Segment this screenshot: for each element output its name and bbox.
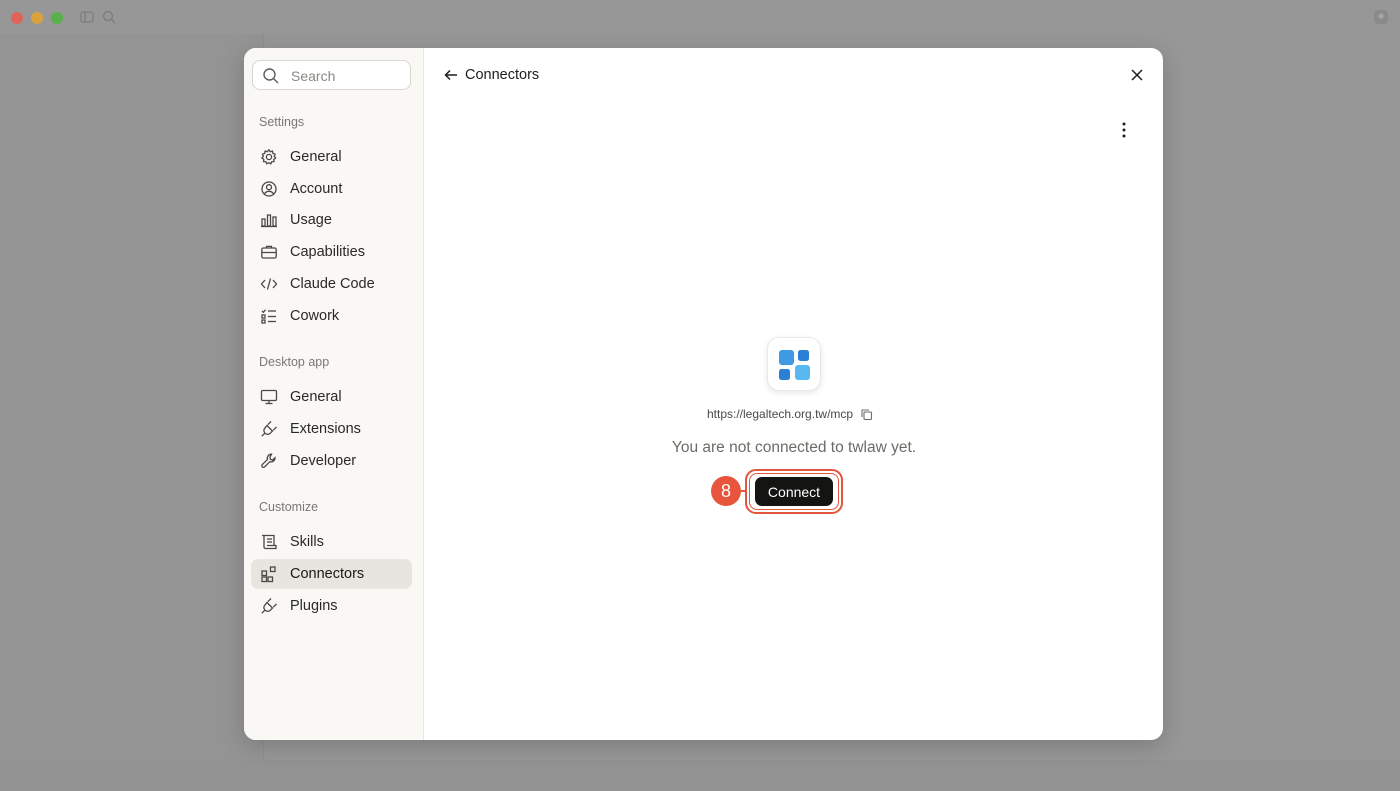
- gear-icon: [260, 148, 278, 166]
- settings-sidebar: Settings General Account Usage Capabilit…: [244, 48, 424, 740]
- sidebar-item-skills[interactable]: Skills: [251, 527, 412, 557]
- sidebar-item-label: Capabilities: [290, 244, 365, 260]
- sidebar-item-label: Cowork: [290, 308, 340, 324]
- copy-icon[interactable]: [860, 408, 873, 421]
- connector-url: https://legaltech.org.tw/mcp: [707, 407, 854, 421]
- more-options-icon[interactable]: [1114, 120, 1134, 140]
- sidebar-item-label: Usage: [290, 212, 332, 228]
- window-close-button[interactable]: [11, 12, 23, 24]
- window-minimize-button[interactable]: [31, 12, 43, 24]
- sidebar-item-general[interactable]: General: [251, 142, 412, 172]
- page-title: Connectors: [465, 67, 540, 83]
- section-heading-customize: Customize: [259, 500, 319, 514]
- sidebar-item-label: Claude Code: [290, 276, 375, 292]
- sidebar-item-account[interactable]: Account: [251, 174, 412, 204]
- sidebar-item-label: Plugins: [290, 598, 338, 614]
- search-input[interactable]: [289, 66, 408, 86]
- section-heading-settings: Settings: [259, 115, 305, 129]
- sidebar-item-capabilities[interactable]: Capabilities: [251, 237, 412, 267]
- wrench-icon: [260, 452, 278, 470]
- sidebar-item-claude-code[interactable]: Claude Code: [251, 269, 412, 299]
- connector-app-icon: [767, 337, 821, 391]
- code-icon: [260, 275, 278, 293]
- background-footer: [0, 760, 1400, 791]
- search-box[interactable]: [252, 60, 411, 90]
- sidebar-item-plugins[interactable]: Plugins: [251, 591, 412, 621]
- sidebar-item-label: General: [290, 389, 342, 405]
- sidebar-item-label: Developer: [290, 453, 357, 469]
- step-annotation-badge: 8: [711, 476, 741, 506]
- bar-chart-icon: [260, 211, 278, 229]
- sidebar-item-label: Extensions: [290, 421, 361, 437]
- sidebar-item-connectors[interactable]: Connectors: [251, 559, 412, 589]
- background-sidebar: [0, 34, 264, 791]
- account-icon: [260, 180, 278, 198]
- monitor-icon: [260, 388, 278, 406]
- sidebar-item-label: Connectors: [290, 566, 365, 582]
- window-zoom-button[interactable]: [51, 12, 63, 24]
- connector-url-row: https://legaltech.org.tw/mcp: [707, 406, 873, 422]
- briefcase-icon: [260, 243, 278, 261]
- close-icon[interactable]: [1129, 67, 1145, 83]
- connection-status-message: You are not connected to twlaw yet.: [671, 439, 917, 456]
- sidebar-toggle-icon[interactable]: [79, 9, 95, 25]
- connect-button-highlight: Connect: [745, 469, 843, 514]
- sidebar-item-usage[interactable]: Usage: [251, 205, 412, 235]
- sidebar-item-label: Account: [290, 181, 343, 197]
- sidebar-item-label: General: [290, 149, 342, 165]
- search-icon: [262, 67, 280, 85]
- window-titlebar: [0, 0, 1400, 34]
- connector-detail-panel: Connectors https://legaltech.org.tw/mcp …: [424, 48, 1163, 740]
- section-heading-desktop-app: Desktop app: [259, 355, 330, 369]
- sidebar-item-developer[interactable]: Developer: [251, 446, 412, 476]
- plug-icon: [260, 597, 278, 615]
- sidebar-item-desktop-general[interactable]: General: [251, 382, 412, 412]
- checklist-icon: [260, 307, 278, 325]
- search-icon[interactable]: [101, 9, 117, 25]
- settings-modal: Settings General Account Usage Capabilit…: [244, 48, 1163, 740]
- back-arrow-icon[interactable]: [443, 67, 461, 85]
- sidebar-item-cowork[interactable]: Cowork: [251, 301, 412, 331]
- sidebar-item-extensions[interactable]: Extensions: [251, 414, 412, 444]
- account-avatar-icon[interactable]: [1373, 9, 1391, 27]
- connectors-icon: [260, 565, 278, 583]
- plug-icon: [260, 420, 278, 438]
- connect-button[interactable]: Connect: [755, 477, 833, 506]
- scroll-icon: [260, 533, 278, 551]
- sidebar-item-label: Skills: [290, 534, 324, 550]
